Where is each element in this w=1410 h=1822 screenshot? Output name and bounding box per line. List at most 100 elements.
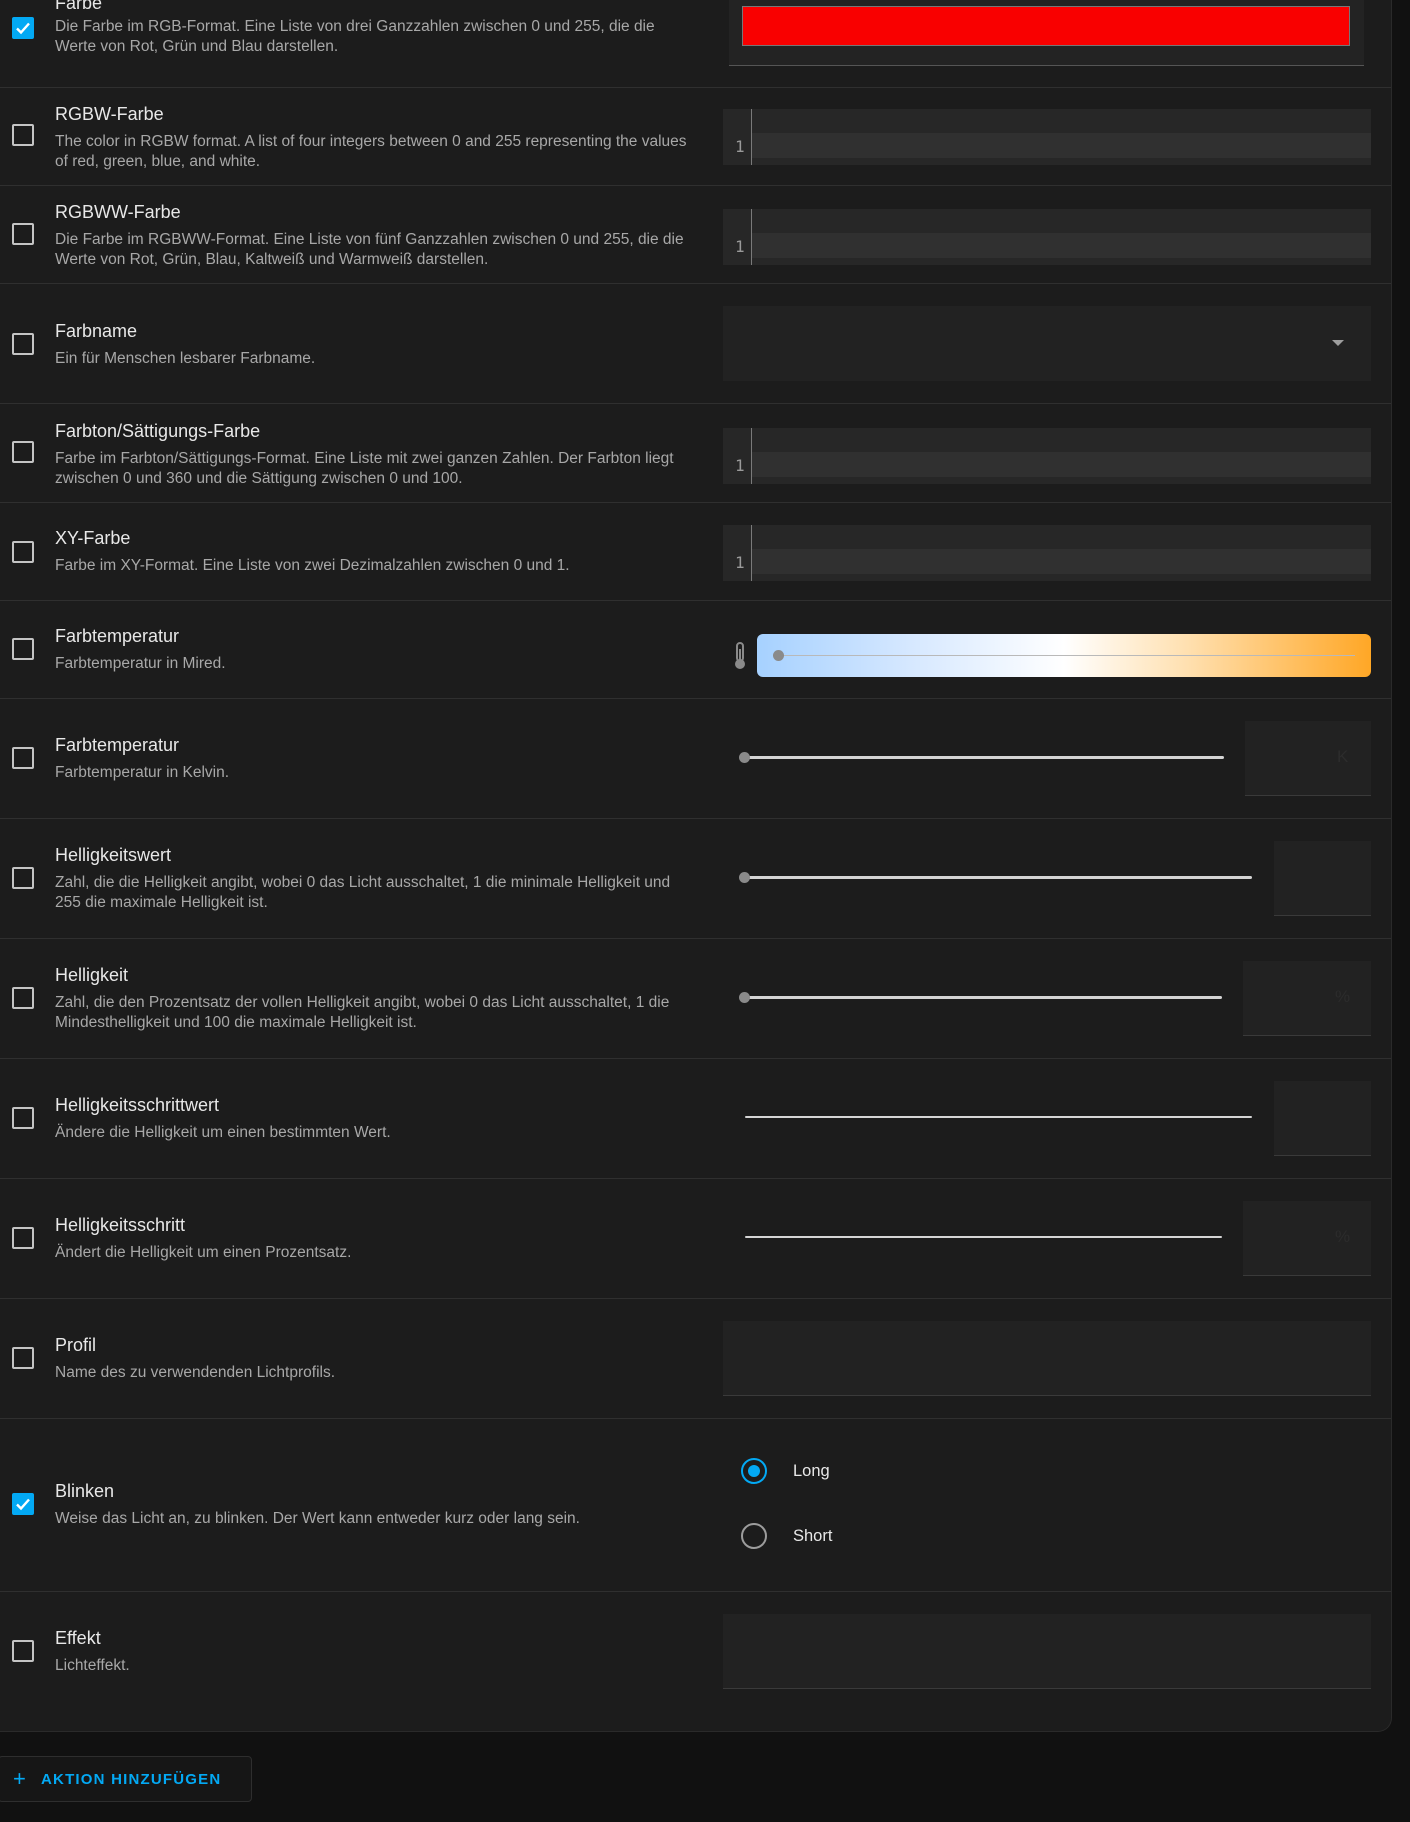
plus-icon: + [13, 1766, 26, 1791]
row-hs-text: Farbton/Sättigungs-Farbe Farbe im Farbto… [55, 420, 695, 489]
chevron-down-icon [1332, 340, 1344, 346]
checkbox-color-temp-kelvin[interactable] [12, 747, 34, 769]
row-brightness-pct-text: Helligkeit Zahl, die den Prozentsatz der… [55, 964, 695, 1033]
rgbw-code-editor[interactable]: 1 [723, 109, 1371, 165]
rgb-color-picker[interactable] [729, 0, 1364, 66]
thermometer-icon [735, 642, 745, 669]
row-rgbww-color: RGBWW-Farbe Die Farbe im RGBWW-Format. E… [0, 186, 1391, 284]
checkbox-profile[interactable] [12, 1347, 34, 1369]
row-description: Ändere die Helligkeit um einen bestimmte… [55, 1124, 391, 1141]
color-temp-slider[interactable] [757, 634, 1371, 677]
checkbox-hs-color[interactable] [12, 441, 34, 463]
row-profile-text: Profil Name des zu verwendenden Lichtpro… [55, 1334, 695, 1383]
xy-code-editor[interactable]: 1 [723, 525, 1371, 581]
row-color-name: Farbname Ein für Menschen lesbarer Farbn… [0, 284, 1391, 404]
brightness-value-slider[interactable] [745, 876, 1252, 879]
row-rgb-text: Farbe Die Farbe im RGB-Format. Eine List… [55, 0, 695, 57]
row-description: Farbe im Farbton/Sättigungs-Format. Eine… [55, 450, 674, 487]
brightness-pct-slider[interactable] [745, 996, 1222, 999]
row-title: XY-Farbe [55, 528, 131, 548]
check-icon [16, 1498, 30, 1511]
rgb-color-swatch[interactable] [742, 6, 1350, 46]
row-description: Ändert die Helligkeit um einen Prozentsa… [55, 1244, 352, 1261]
unit-label: % [1335, 1227, 1351, 1246]
checkbox-xy-color[interactable] [12, 541, 34, 563]
line-number: 1 [735, 553, 745, 572]
row-brightness-value: Helligkeitswert Zahl, die die Helligkeit… [0, 819, 1391, 939]
row-description: Zahl, die den Prozentsatz der vollen Hel… [55, 994, 670, 1031]
row-description: Die Farbe im RGB-Format. Eine Liste von … [55, 18, 655, 55]
checkbox-flash[interactable] [12, 1493, 34, 1515]
row-kelvin-text: Farbtemperatur Farbtemperatur in Kelvin. [55, 734, 695, 783]
row-effect: Effekt Lichteffekt. [0, 1592, 1391, 1731]
checkbox-brightness-step-pct[interactable] [12, 1227, 34, 1249]
effect-input[interactable] [723, 1614, 1371, 1689]
checkbox-rgb-color[interactable] [12, 17, 34, 39]
row-title: Helligkeitswert [55, 845, 172, 865]
service-data-card: Farbe Die Farbe im RGB-Format. Eine List… [0, 0, 1392, 1732]
row-xy-color: XY-Farbe Farbe im XY-Format. Eine Liste … [0, 503, 1391, 601]
row-description: Die Farbe im RGBWW-Format. Eine Liste vo… [55, 231, 684, 268]
checkbox-rgbww-color[interactable] [12, 223, 34, 245]
row-rgbww-text: RGBWW-Farbe Die Farbe im RGBWW-Format. E… [55, 201, 695, 270]
row-rgbw-color: RGBW-Farbe The color in RGBW format. A l… [0, 88, 1391, 186]
color-name-select[interactable] [723, 306, 1371, 381]
brightness-step-slider[interactable] [745, 1116, 1252, 1118]
row-title: Blinken [55, 1481, 115, 1501]
kelvin-input[interactable]: K [1245, 721, 1371, 796]
line-number: 1 [735, 456, 745, 475]
checkbox-rgbw-color[interactable] [12, 124, 34, 146]
row-title: RGBW-Farbe [55, 104, 164, 124]
brightness-step-pct-slider[interactable] [745, 1236, 1222, 1238]
brightness-value-input[interactable] [1274, 841, 1371, 916]
rgbww-code-editor[interactable]: 1 [723, 209, 1371, 265]
add-action-button[interactable]: + AKTION HINZUFÜGEN [0, 1756, 252, 1802]
row-title: Farbtemperatur [55, 735, 180, 755]
row-xy-text: XY-Farbe Farbe im XY-Format. Eine Liste … [55, 527, 695, 576]
row-rgbw-text: RGBW-Farbe The color in RGBW format. A l… [55, 103, 695, 172]
checkbox-effect[interactable] [12, 1640, 34, 1662]
row-brightness-pct: Helligkeit Zahl, die den Prozentsatz der… [0, 939, 1391, 1059]
row-brightness-step-text: Helligkeitsschrittwert Ändere die Hellig… [55, 1094, 695, 1143]
line-number: 1 [735, 237, 745, 256]
brightness-step-input[interactable] [1274, 1081, 1371, 1156]
hs-code-editor[interactable]: 1 [723, 428, 1371, 484]
radio-flash-short[interactable] [741, 1523, 767, 1549]
row-flash-text: Blinken Weise das Licht an, zu blinken. … [55, 1480, 695, 1529]
row-title: RGBWW-Farbe [55, 202, 181, 222]
check-icon [16, 22, 30, 35]
checkbox-color-name[interactable] [12, 333, 34, 355]
row-title: Farbe [55, 0, 103, 13]
radio-flash-long[interactable] [741, 1458, 767, 1484]
kelvin-slider-knob[interactable] [739, 752, 750, 763]
row-description: Lichteffekt. [55, 1657, 130, 1674]
row-brightness-value-text: Helligkeitswert Zahl, die die Helligkeit… [55, 844, 695, 913]
row-brightness-step-pct: Helligkeitsschritt Ändert die Helligkeit… [0, 1179, 1391, 1299]
row-description: Farbtemperatur in Mired. [55, 655, 226, 672]
color-temp-slider-knob[interactable] [773, 650, 784, 661]
checkbox-brightness-value[interactable] [12, 867, 34, 889]
kelvin-slider[interactable] [745, 756, 1224, 759]
checkbox-color-temp-mired[interactable] [12, 638, 34, 660]
row-title: Helligkeitsschritt [55, 1215, 186, 1235]
row-description: Farbtemperatur in Kelvin. [55, 764, 230, 781]
checkbox-brightness-pct[interactable] [12, 987, 34, 1009]
brightness-pct-slider-knob[interactable] [739, 992, 750, 1003]
brightness-step-pct-input[interactable]: % [1243, 1201, 1371, 1276]
row-flash: Blinken Weise das Licht an, zu blinken. … [0, 1419, 1391, 1592]
row-color-temp-kelvin: Farbtemperatur Farbtemperatur in Kelvin.… [0, 699, 1391, 819]
row-hs-color: Farbton/Sättigungs-Farbe Farbe im Farbto… [0, 404, 1391, 503]
row-description: The color in RGBW format. A list of four… [55, 133, 687, 170]
brightness-pct-input[interactable]: % [1243, 961, 1371, 1036]
row-brightness-step: Helligkeitsschrittwert Ändere die Hellig… [0, 1059, 1391, 1179]
profile-input[interactable] [723, 1321, 1371, 1396]
row-title: Farbtemperatur [55, 626, 180, 646]
line-number: 1 [735, 137, 745, 156]
row-effect-text: Effekt Lichteffekt. [55, 1627, 695, 1676]
brightness-value-slider-knob[interactable] [739, 872, 750, 883]
row-title: Helligkeit [55, 965, 129, 985]
row-description: Name des zu verwendenden Lichtprofils. [55, 1364, 336, 1381]
checkbox-brightness-step[interactable] [12, 1107, 34, 1129]
row-title: Farbname [55, 321, 138, 341]
radio-label-long: Long [793, 1462, 830, 1480]
